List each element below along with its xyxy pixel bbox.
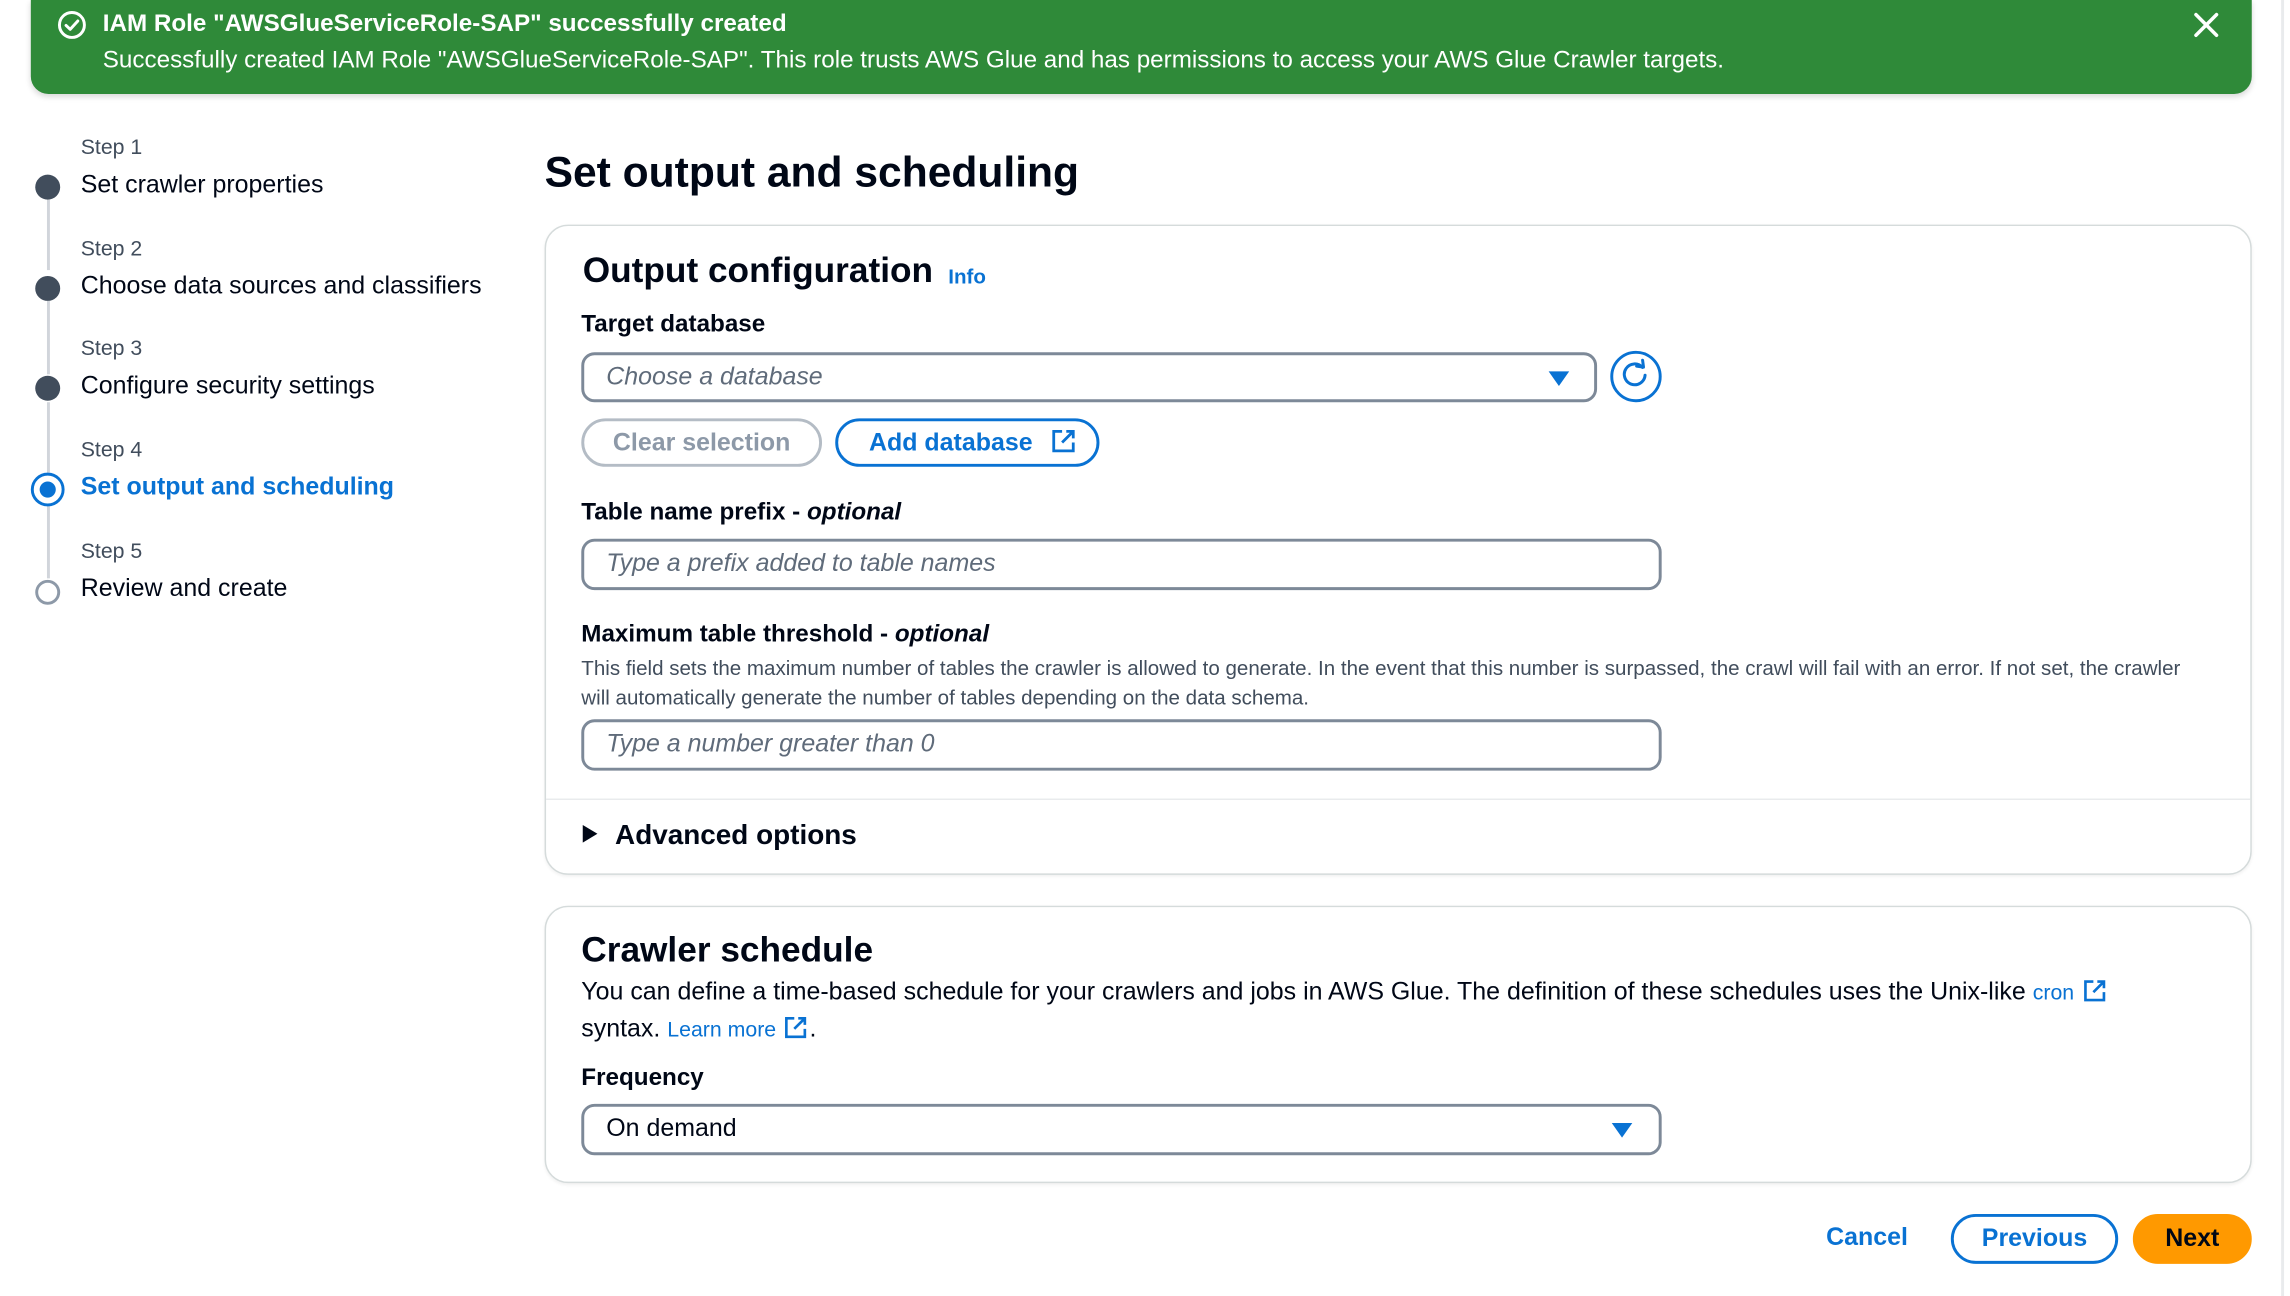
cron-link[interactable]: cron xyxy=(2033,982,2074,1005)
table-prefix-label: Table name prefix - optional xyxy=(581,499,901,527)
next-button[interactable]: Next xyxy=(2132,1213,2252,1264)
external-link-icon xyxy=(1052,429,1075,453)
crawler-schedule-heading: Crawler schedule xyxy=(581,930,874,971)
learn-more-link[interactable]: Learn more xyxy=(667,1019,776,1042)
panel-divider xyxy=(546,798,2251,801)
max-table-threshold-placeholder: Type a number greater than 0 xyxy=(606,729,935,758)
step-connector xyxy=(46,402,50,473)
step-2-indicator xyxy=(35,275,61,301)
close-icon[interactable] xyxy=(2190,9,2222,41)
external-link-icon[interactable] xyxy=(783,1014,809,1040)
step-connector xyxy=(46,199,50,271)
crawler-schedule-description: You can define a time-based schedule for… xyxy=(581,978,2107,1007)
step-4-indicator xyxy=(30,472,65,507)
caret-right-icon xyxy=(582,824,598,843)
schedule-desc-syntax: syntax. xyxy=(581,1014,661,1043)
optional-tag: optional xyxy=(806,499,902,526)
caret-down-icon xyxy=(1611,1122,1633,1138)
add-database-label: Add database xyxy=(868,428,1033,457)
step-connector xyxy=(46,300,50,375)
target-database-label: Target database xyxy=(581,311,766,338)
optional-tag: optional xyxy=(894,620,990,648)
step-5-number: Step 5 xyxy=(80,540,143,564)
step-2-number: Step 2 xyxy=(80,237,143,262)
max-table-threshold-label: Maximum table threshold - optional xyxy=(581,621,989,649)
table-prefix-placeholder: Type a prefix added to table names xyxy=(606,548,996,577)
frequency-selected-value: On demand xyxy=(606,1114,737,1143)
external-link-icon[interactable] xyxy=(2081,978,2107,1004)
target-database-select[interactable]: Choose a database xyxy=(581,352,1598,403)
advanced-options-toggle[interactable]: Advanced options xyxy=(582,820,857,853)
previous-button[interactable]: Previous xyxy=(1950,1213,2119,1264)
max-table-threshold-description: This field sets the maximum number of ta… xyxy=(581,656,2181,709)
max-table-threshold-input[interactable]: Type a number greater than 0 xyxy=(581,719,1662,771)
add-database-button[interactable]: Add database xyxy=(835,418,1100,467)
flash-title: IAM Role "AWSGlueServiceRole-SAP" succes… xyxy=(102,10,787,37)
step-5-label: Review and create xyxy=(80,573,288,602)
page-title: Set output and scheduling xyxy=(544,149,1080,197)
table-prefix-label-text: Table name prefix - xyxy=(581,499,807,526)
step-2-link[interactable]: Choose data sources and classifiers xyxy=(81,272,482,301)
step-1-indicator xyxy=(35,174,61,200)
step-connector xyxy=(46,504,50,579)
scrollbar-track[interactable] xyxy=(2281,0,2285,1296)
step-4-number: Step 4 xyxy=(80,438,143,463)
frequency-label: Frequency xyxy=(581,1064,704,1091)
step-3-link[interactable]: Configure security settings xyxy=(81,371,375,400)
refresh-button[interactable] xyxy=(1610,350,1662,403)
page-canvas: IAM Role "AWSGlueServiceRole-SAP" succes… xyxy=(0,0,2290,1296)
crawler-schedule-description-line2: syntax. Learn more . xyxy=(581,1014,816,1043)
cancel-button[interactable]: Cancel xyxy=(1826,1223,1908,1252)
step-3-indicator xyxy=(35,375,61,401)
frequency-select[interactable]: On demand xyxy=(581,1103,1662,1156)
target-database-placeholder: Choose a database xyxy=(606,362,823,391)
step-3-number: Step 3 xyxy=(80,337,143,362)
max-table-threshold-label-text: Maximum table threshold - xyxy=(581,620,895,648)
success-flash-banner: IAM Role "AWSGlueServiceRole-SAP" succes… xyxy=(30,0,2252,94)
step-1-link[interactable]: Set crawler properties xyxy=(81,170,324,199)
schedule-desc-text: You can define a time-based schedule for… xyxy=(581,977,2026,1006)
step-4-current: Set output and scheduling xyxy=(80,472,395,501)
info-link[interactable]: Info xyxy=(948,264,986,287)
check-circle-icon xyxy=(57,11,86,39)
caret-down-icon xyxy=(1548,371,1570,387)
output-configuration-heading: Output configuration xyxy=(582,251,934,291)
step-1-number: Step 1 xyxy=(80,136,143,161)
flash-message: Successfully created IAM Role "AWSGlueSe… xyxy=(102,46,1725,74)
step-5-indicator xyxy=(35,579,61,605)
refresh-icon xyxy=(1622,358,1647,387)
clear-selection-button[interactable]: Clear selection xyxy=(581,418,823,467)
schedule-desc-period: . xyxy=(809,1014,817,1043)
advanced-options-label: Advanced options xyxy=(615,820,857,852)
table-prefix-input[interactable]: Type a prefix added to table names xyxy=(581,538,1662,591)
